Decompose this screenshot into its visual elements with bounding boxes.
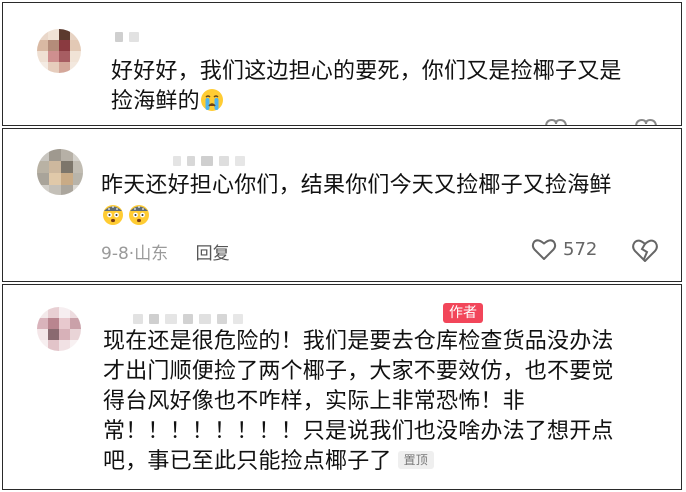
comment-line: 吧，事已至此只能捡点椰子了 [103, 449, 392, 474]
like-count: 572 [563, 238, 598, 260]
heart-icon [531, 239, 557, 260]
avatar[interactable] [37, 307, 81, 351]
shocked-emoji-icon [103, 205, 123, 225]
like-button[interactable]: 572 [531, 237, 597, 261]
comment-card-3: 作者 现在还是很危险的！我们是要去仓库检查货品没办法 才出门顺便捡了两个椰子，大… [2, 284, 682, 490]
comment-line: 才出门顺便捡了两个椰子，大家不要效仿，也不要觉 [103, 359, 614, 384]
username-blurred[interactable] [115, 27, 145, 42]
comment-text: 现在还是很危险的！我们是要去仓库检查货品没办法 才出门顺便捡了两个椰子，大家不要… [103, 327, 614, 477]
comment-line: 捡海鲜的 [111, 89, 200, 114]
username-blurred[interactable] [173, 151, 251, 166]
comment-text: 好好好，我们这边担心的要死，你们又是捡椰子又是 捡海鲜的 [111, 57, 622, 117]
avatar[interactable] [37, 29, 81, 73]
dislike-broken-heart-icon[interactable] [631, 237, 659, 263]
username-blurred[interactable] [133, 309, 249, 324]
comment-date: 9-8 [101, 244, 129, 264]
comment-line: 常！！！！！！！！只是说我们也没啥办法了想开点 [103, 419, 614, 444]
dislike-icon-partial[interactable] [633, 118, 659, 126]
comment-text: 昨天还好担心你们，结果你们今天又捡椰子又捡海鲜 [101, 171, 612, 231]
crying-emoji-icon [200, 89, 223, 111]
like-icon-partial[interactable] [543, 118, 569, 126]
pinned-badge: 置顶 [397, 451, 435, 469]
comment-line: 得台风好像也不咋样，实际上非常恐怖！非 [103, 389, 525, 414]
shocked-emoji-icon [129, 205, 149, 225]
reply-button[interactable]: 回复 [196, 244, 230, 264]
comment-location: 山东 [134, 244, 169, 264]
comment-card-2: 昨天还好担心你们，结果你们今天又捡椰子又捡海鲜 9-8·山东 回复 572 [2, 128, 682, 282]
comment-line: 现在还是很危险的！我们是要去仓库检查货品没办法 [103, 329, 614, 354]
comment-line: 好好好，我们这边担心的要死，你们又是捡椰子又是 [111, 59, 622, 84]
comment-card-1: 好好好，我们这边担心的要死，你们又是捡椰子又是 捡海鲜的 [2, 2, 682, 126]
avatar[interactable] [37, 149, 83, 195]
author-badge: 作者 [443, 303, 483, 323]
comment-meta: 9-8·山东 回复 [101, 239, 230, 264]
comment-line: 昨天还好担心你们，结果你们今天又捡椰子又捡海鲜 [101, 173, 612, 198]
